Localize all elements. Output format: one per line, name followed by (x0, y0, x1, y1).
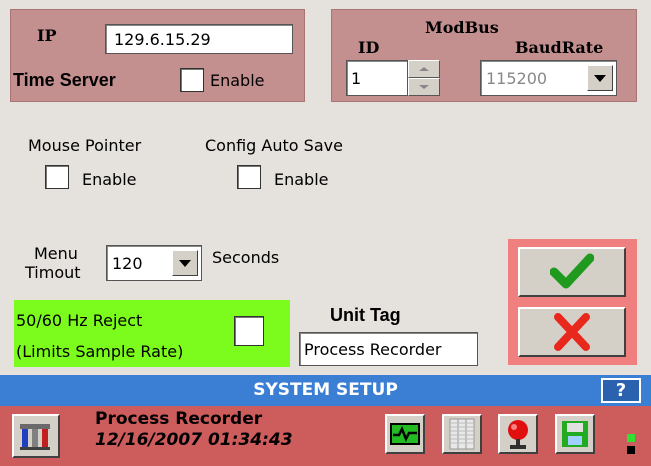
chevron-down-icon (179, 259, 191, 267)
status-led-green (627, 434, 635, 442)
settings-button[interactable] (12, 414, 60, 458)
time-server-enable-checkbox[interactable] (180, 68, 204, 92)
trend-button[interactable] (385, 414, 425, 454)
mouse-pointer-enable-label: Enable (82, 170, 137, 189)
spin-down-button[interactable] (408, 78, 440, 96)
config-autosave-label: Config Auto Save (205, 136, 343, 155)
x-icon (554, 313, 590, 351)
hz-reject-sublabel: (Limits Sample Rate) (16, 342, 184, 361)
baudrate-value: 115200 (486, 69, 548, 88)
cancel-button[interactable] (518, 307, 626, 357)
save-icon (562, 421, 588, 447)
config-autosave-enable-checkbox[interactable] (237, 165, 261, 189)
table-icon (449, 418, 475, 450)
alarm-button[interactable] (498, 414, 538, 454)
screen-title: SYSTEM SETUP (253, 380, 398, 400)
ip-address-input[interactable]: 129.6.15.29 (105, 24, 293, 54)
unit-tag-input[interactable]: Process Recorder (299, 332, 478, 366)
current-datetime: 12/16/2007 01:34:43 (95, 430, 293, 450)
modbus-id-label: ID (358, 38, 380, 57)
hz-reject-checkbox[interactable] (234, 316, 264, 346)
mouse-pointer-enable-checkbox[interactable] (45, 165, 69, 189)
hz-reject-label: 50/60 Hz Reject (16, 311, 143, 330)
status-led-black (627, 446, 635, 454)
help-button[interactable]: ? (601, 378, 641, 403)
spin-up-button[interactable] (408, 60, 440, 78)
unit-name: Process Recorder (95, 409, 263, 429)
menu-timeout-unit: Seconds (212, 248, 280, 267)
status-bar: Process Recorder 12/16/2007 01:34:43 (0, 406, 651, 466)
chevron-down-icon (594, 74, 606, 82)
menu-timeout-dropdown-button[interactable] (172, 250, 198, 276)
ok-button[interactable] (518, 247, 626, 297)
hz-reject-panel: 50/60 Hz Reject (Limits Sample Rate) (14, 300, 290, 367)
tools-icon (20, 424, 50, 450)
time-server-label: Time Server (13, 70, 116, 90)
alarm-icon (508, 420, 528, 449)
menu-timeout-label-line1: Menu (34, 244, 78, 263)
arrow-up-icon (419, 67, 429, 71)
network-panel: IP 129.6.15.29 Time Server Enable (10, 9, 305, 102)
mouse-pointer-label: Mouse Pointer (28, 136, 142, 155)
check-icon (550, 253, 594, 289)
menu-timeout-label-line2: Timout (25, 263, 81, 282)
ok-cancel-panel (508, 239, 637, 365)
menu-timeout-value: 120 (112, 254, 143, 273)
ip-label: IP (37, 26, 57, 45)
baudrate-dropdown-button[interactable] (587, 65, 613, 91)
config-autosave-enable-label: Enable (274, 170, 329, 189)
trend-icon (390, 423, 420, 445)
modbus-id-spinner (408, 60, 440, 96)
save-button[interactable] (555, 414, 595, 454)
arrow-down-icon (419, 85, 429, 89)
time-server-enable-label: Enable (210, 71, 265, 90)
menu-timeout-select[interactable]: 120 (106, 245, 202, 281)
table-button[interactable] (442, 414, 482, 454)
title-bar: SYSTEM SETUP ? (0, 375, 651, 406)
modbus-baudrate-label: BaudRate (515, 38, 604, 57)
modbus-id-input[interactable]: 1 (346, 60, 408, 96)
unit-tag-label: Unit Tag (330, 305, 401, 325)
modbus-title: ModBus (425, 18, 499, 37)
baudrate-select[interactable]: 115200 (480, 60, 617, 96)
modbus-panel: ModBus ID BaudRate 1 115200 (331, 9, 637, 102)
